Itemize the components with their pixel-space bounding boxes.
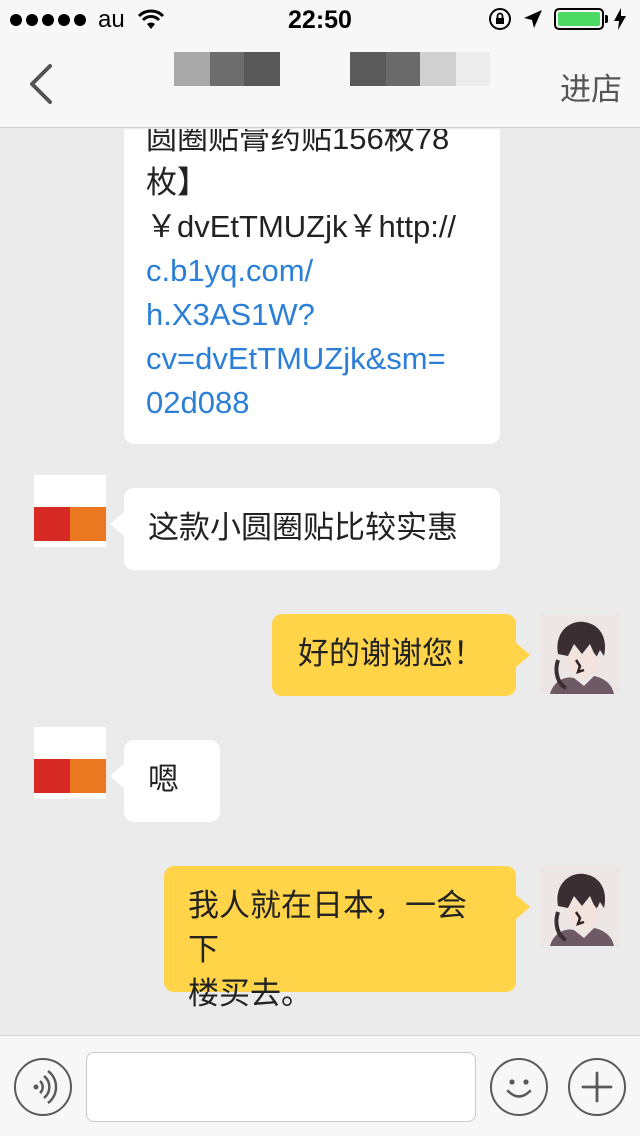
add-button[interactable] <box>568 1058 626 1116</box>
input-bar <box>0 1035 640 1136</box>
message-text: 好的谢谢您！ <box>298 636 484 671</box>
message-link-line[interactable]: 02d088 <box>146 381 478 425</box>
chat-area[interactable]: 圆圈贴膏药贴156枚78 枚】 ￥dvEtTMUZjk￥http:// c.b1… <box>0 129 640 1035</box>
message-bubble-outgoing[interactable]: 我人就在日本，一会下 楼买去。 <box>164 866 516 1011</box>
message-bubble-incoming[interactable]: 嗯 <box>124 740 220 822</box>
plus-icon <box>581 1071 613 1103</box>
smiley-icon <box>506 1079 532 1098</box>
bubble-tail <box>110 512 124 536</box>
status-right <box>488 7 626 31</box>
shop-name-pixelated <box>174 52 280 86</box>
message-text-line: 我人就在日本，一会下 <box>188 888 467 967</box>
message-input[interactable] <box>86 1052 476 1122</box>
status-bar: au 22:50 <box>0 0 640 40</box>
message-text-line: 圆圈贴膏药贴156枚78 <box>146 129 450 156</box>
voice-button[interactable] <box>14 1058 72 1116</box>
shop-avatar[interactable] <box>34 727 106 799</box>
message-text: 嗯 <box>148 762 179 797</box>
bubble-tail <box>516 643 530 667</box>
message-link-line[interactable]: h.X3AS1W? <box>146 293 478 337</box>
message-link-line[interactable]: cv=dvEtTMUZjk&sm= <box>146 337 478 381</box>
enter-store-button[interactable]: 进店 <box>560 64 622 109</box>
bubble-tail <box>110 764 124 788</box>
voice-icon <box>33 1070 58 1104</box>
message-link-line[interactable]: c.b1yq.com/ <box>146 249 478 293</box>
message-text-line: ￥dvEtTMUZjk￥http:// <box>146 209 457 244</box>
user-avatar[interactable] <box>540 866 620 946</box>
message-bubble-incoming[interactable]: 圆圈贴膏药贴156枚78 枚】 ￥dvEtTMUZjk￥http:// c.b1… <box>124 129 500 444</box>
location-arrow-icon <box>524 10 542 28</box>
message-text-line: 枚】 <box>146 165 208 200</box>
message-text: 这款小圆圈贴比较实惠 <box>148 510 458 545</box>
bubble-tail <box>516 895 530 919</box>
message-bubble-incoming[interactable]: 这款小圆圈贴比较实惠 <box>124 488 500 570</box>
user-avatar[interactable] <box>540 614 620 694</box>
battery-icon <box>554 8 608 30</box>
emoji-button[interactable] <box>490 1058 548 1116</box>
charging-bolt-icon <box>614 8 626 30</box>
shop-avatar[interactable] <box>34 475 106 547</box>
orientation-lock-icon <box>489 8 511 30</box>
nav-bar: 进店 <box>0 40 640 128</box>
shop-subtitle-pixelated <box>350 52 490 86</box>
message-bubble-outgoing[interactable]: 好的谢谢您！ <box>272 614 516 696</box>
message-text-line: 楼买去。 <box>188 976 312 1011</box>
back-chevron-icon[interactable] <box>24 62 64 106</box>
